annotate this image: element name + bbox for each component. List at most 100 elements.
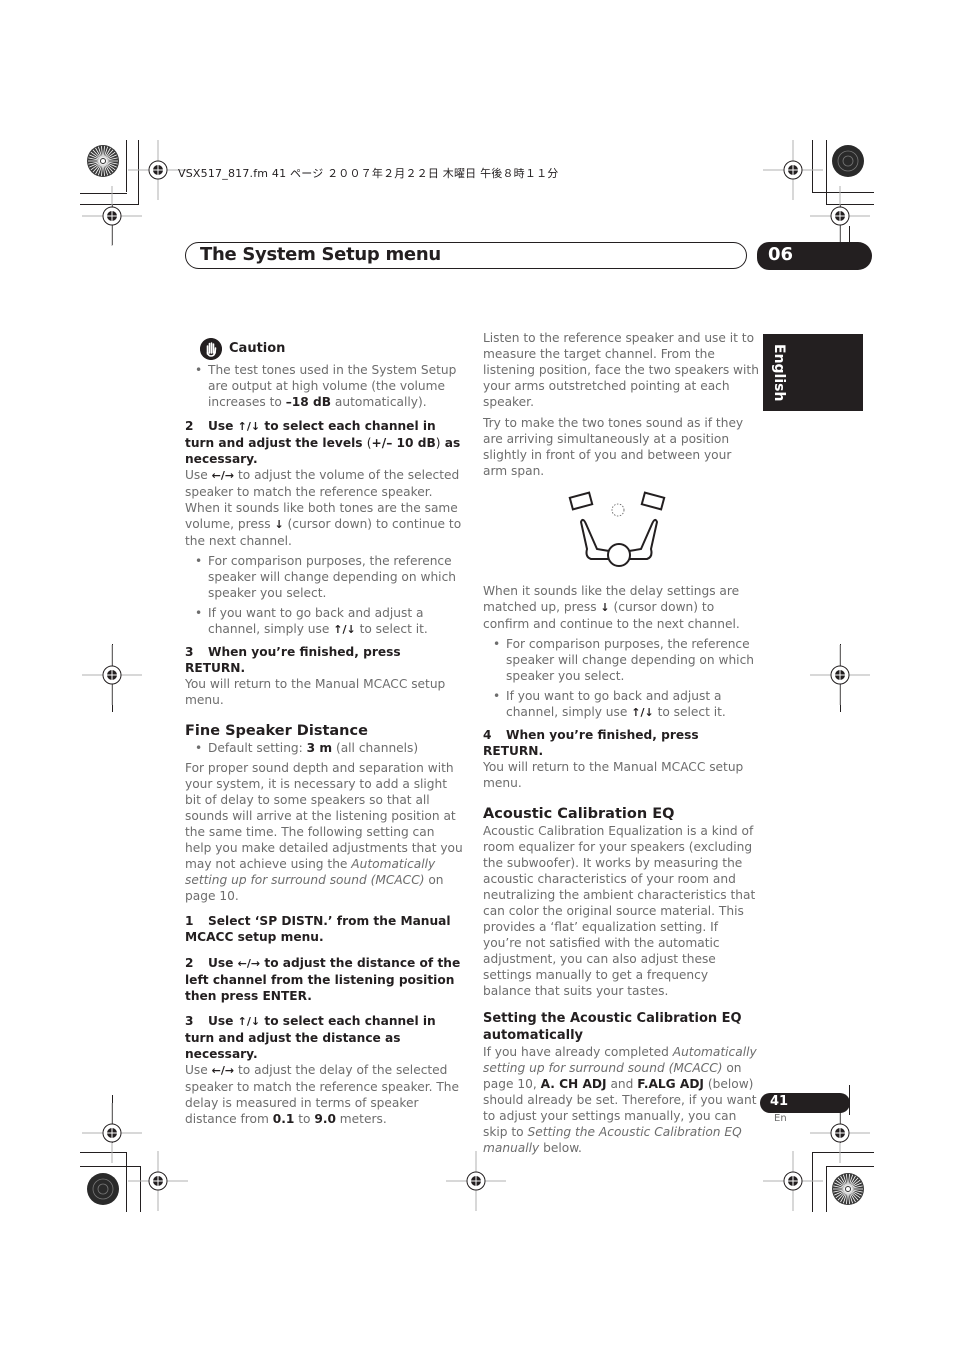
page-number-badge: 41 [760,1093,850,1113]
paragraph-tones: Try to make the two tones sound as if th… [483,416,744,478]
step-number: 3 [185,645,194,659]
phantom-center-icon [611,503,625,517]
text: Select ‘SP DISTN.’ from the Manual MCACC… [185,914,451,944]
text: Use [185,1063,212,1077]
default-setting: Default setting: 3 m (all channels) [185,740,463,756]
starburst-target-icon [832,145,864,177]
paragraph-listen: Listen to the reference speaker and use … [483,331,759,409]
up-down-arrow-icon: ↑/↓ [631,706,654,719]
step-number: 1 [185,914,194,928]
caution-heading: Caution [200,338,463,360]
starburst-target-icon [832,1173,864,1205]
text: Use [208,419,238,433]
ace-auto-paragraph: If you have already completed Automatica… [483,1044,759,1156]
chapter-title-bar: The System Setup menu [185,242,747,269]
right-column: Listen to the reference speaker and use … [483,330,759,1156]
fine-speaker-paragraph: For proper sound depth and separation wi… [185,760,463,904]
text: below. [539,1141,582,1155]
note-list: For comparison purposes, the reference s… [185,553,463,638]
step-2-heading: 2 Use ↑/↓ to select each channel in turn … [185,418,463,467]
note-list: For comparison purposes, the reference s… [483,636,759,721]
down-arrow-icon: ↓ [274,518,284,531]
text: When you’re finished, press RETURN. [483,728,699,758]
default-setting-list: Default setting: 3 m (all channels) [185,740,463,756]
step-4-body: You will return to the Manual MCACC setu… [483,760,744,790]
subsection-title-ace-auto: Setting the Acoustic Calibration EQ auto… [483,1011,742,1043]
step-3-body: You will return to the Manual MCACC setu… [185,677,446,707]
starburst-target-icon [87,145,119,177]
text: and [606,1077,638,1091]
registration-mark-icon [82,186,142,246]
page-number: 41 [770,1094,789,1109]
text: If you have already completed [483,1045,673,1059]
registration-mark-icon [810,645,870,705]
step-number: 4 [483,728,492,742]
registration-mark-icon [810,186,870,246]
ace-paragraph: Acoustic Calibration Equalization is a k… [483,824,756,998]
caution-hand-icon [200,338,222,360]
text: (all channels) [332,741,419,755]
chapter-title: The System Setup menu [200,244,441,265]
text: Use [208,1014,238,1028]
text: meters. [335,1112,387,1126]
left-column: Caution The test tones used in the Syste… [185,338,463,1127]
text: to select it. [653,705,726,719]
speaker-arms-illustration [568,491,666,567]
up-down-arrow-icon: ↑/↓ [237,420,261,433]
left-right-arrow-icon: ←/→ [211,469,235,482]
text: For proper sound depth and separation wi… [185,761,463,871]
text: Default setting: [208,741,307,755]
setting-name: A. CH ADJ [540,1077,607,1091]
note-bullet: For comparison purposes, the reference s… [483,636,759,684]
starburst-target-icon [87,1173,119,1205]
registration-mark-icon [763,1151,823,1211]
text: Use [208,956,238,970]
level-range: +/– 10 dB [371,436,436,450]
step-number: 3 [185,1014,194,1028]
text: When you’re finished, press RETURN. [185,645,401,675]
page-language-code: En [774,1113,787,1124]
caution-list: The test tones used in the System Setup … [185,362,463,410]
file-info-line: VSX517_817.fm 41 ページ ２００７年２月２２日 木曜日 午後８時… [178,167,559,180]
crop-line [826,1166,874,1168]
fsd-step-1: 1 Select ‘SP DISTN.’ from the Manual MCAC… [185,913,463,945]
note-bullet: For comparison purposes, the reference s… [185,553,463,601]
step-number: 2 [185,956,194,970]
text: Use [185,468,212,482]
setting-name: F.ALG ADJ [637,1077,704,1091]
left-speaker-icon [568,491,594,511]
note-bullet: If you want to go back and adjust a chan… [185,605,463,638]
up-down-arrow-icon: ↑/↓ [333,623,356,636]
text: to select it. [355,622,428,636]
language-label: English [771,344,787,402]
fsd-step-2: 2 Use ←/→ to adjust the distance of the l… [185,955,463,1004]
caution-label: Caution [229,341,286,356]
note-bullet: If you want to go back and adjust a chan… [483,688,759,721]
paragraph-delay-matched: When it sounds like the delay settings a… [483,583,759,632]
max-distance: 9.0 [314,1112,336,1126]
left-arm-icon [579,518,610,560]
right-arm-icon [628,518,659,560]
text: automatically). [331,395,427,409]
listener-head-icon [607,543,631,567]
left-right-arrow-icon: ←/→ [211,1064,235,1077]
min-distance: 0.1 [272,1112,295,1126]
step-2-body: Use ←/→ to adjust the volume of the sele… [185,467,463,549]
step-number: 2 [185,419,194,433]
registration-mark-icon [446,1151,506,1211]
listening-position-diagram [483,487,759,577]
chapter-number-badge: 06 [757,242,872,270]
chapter-number: 06 [768,244,794,265]
caution-bullet: The test tones used in the System Setup … [185,362,463,410]
right-speaker-icon [640,491,666,511]
down-arrow-icon: ↓ [600,601,610,614]
crop-line [826,1166,828,1212]
fsd-step-3-body: Use ←/→ to adjust the delay of the selec… [185,1062,463,1127]
registration-mark-icon [128,1151,188,1211]
registration-mark-icon [82,645,142,705]
fsd-step-3: 3 Use ↑/↓ to select each channel in turn … [185,1013,463,1062]
volume-value: –18 dB [285,395,332,409]
left-right-arrow-icon: ←/→ [237,957,261,970]
section-title-acoustic-calibration-eq: Acoustic Calibration EQ [483,806,675,822]
section-title-fine-speaker-distance: Fine Speaker Distance [185,723,368,739]
